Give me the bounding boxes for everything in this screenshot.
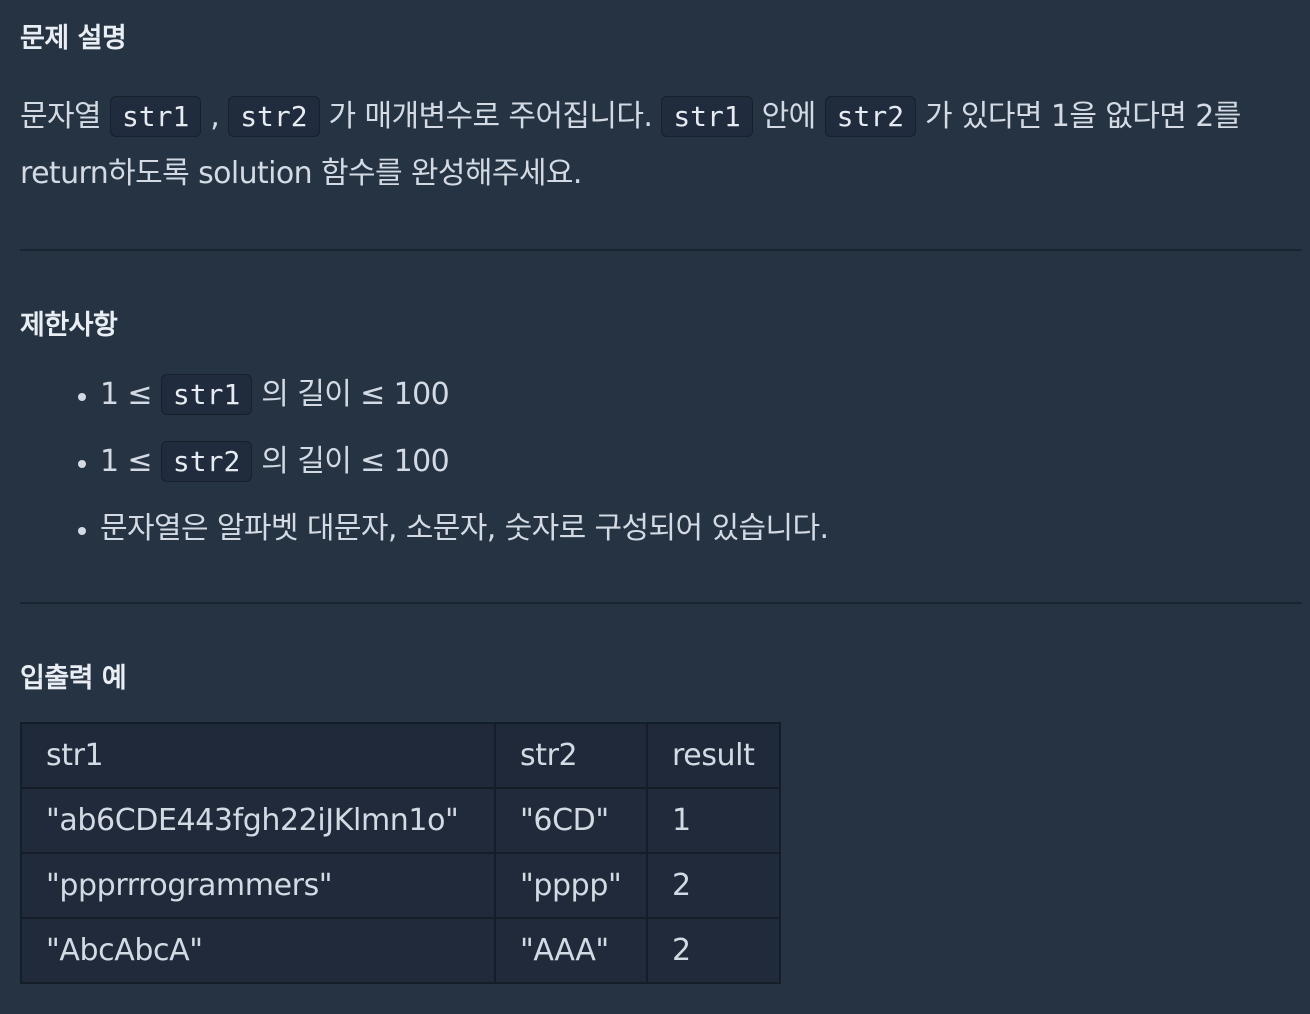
column-header-str1: str1 [20, 722, 496, 789]
constraint-post: 의 길이 ≤ 100 [252, 377, 450, 412]
section-divider [20, 249, 1302, 251]
desc-text-1: 문자열 [20, 99, 110, 134]
constraint-code-str2: str2 [160, 441, 253, 482]
section-title-examples: 입출력 예 [20, 663, 127, 694]
constraint-item-str1-length: 1 ≤ str1 의 길이 ≤ 100 [100, 368, 828, 435]
desc-text-3: 가 매개변수로 주어집니다. [319, 99, 662, 134]
column-header-result: result [646, 722, 781, 789]
cell-result: 1 [646, 787, 781, 854]
constraint-pre: 1 ≤ [100, 377, 161, 412]
problem-description: 문자열 str1 , str2 가 매개변수로 주어집니다. str1 안에 s… [20, 88, 1302, 202]
table-row: "ppprrrogrammers" "pppp" 2 [20, 852, 781, 919]
cell-str2: "6CD" [494, 787, 648, 854]
cell-str1: "ppprrrogrammers" [20, 852, 496, 919]
desc-code-str2: str2 [228, 96, 320, 137]
constraint-item-str2-length: 1 ≤ str2 의 길이 ≤ 100 [100, 435, 828, 502]
cell-str1: "ab6CDE443fgh22iJKlmn1o" [20, 787, 496, 854]
section-title-description: 문제 설명 [20, 23, 127, 54]
cell-str2: "AAA" [494, 917, 648, 984]
desc-text-4: 안에 [752, 99, 825, 134]
desc-code-str1-second: str1 [661, 96, 753, 137]
constraint-post: 의 길이 ≤ 100 [252, 444, 450, 479]
desc-text-2: , [201, 99, 229, 134]
constraint-pre: 1 ≤ [100, 444, 161, 479]
constraints-list: 1 ≤ str1 의 길이 ≤ 100 1 ≤ str2 의 길이 ≤ 100 … [20, 368, 829, 569]
section-title-constraints: 제한사항 [20, 310, 118, 341]
section-divider [20, 602, 1302, 604]
constraint-code-str1: str1 [160, 374, 253, 415]
cell-result: 2 [646, 852, 781, 919]
cell-str1: "AbcAbcA" [20, 917, 496, 984]
table-header-row: str1 str2 result [20, 722, 781, 789]
column-header-str2: str2 [494, 722, 648, 789]
constraint-text: 문자열은 알파벳 대문자, 소문자, 숫자로 구성되어 있습니다. [100, 511, 829, 546]
constraint-item-charset: 문자열은 알파벳 대문자, 소문자, 숫자로 구성되어 있습니다. [100, 502, 829, 569]
cell-str2: "pppp" [494, 852, 648, 919]
table-row: "ab6CDE443fgh22iJKlmn1o" "6CD" 1 [20, 787, 781, 854]
examples-table: str1 str2 result "ab6CDE443fgh22iJKlmn1o… [20, 722, 781, 984]
problem-page: 문제 설명 문자열 str1 , str2 가 매개변수로 주어집니다. str… [0, 0, 1310, 1014]
table-row: "AbcAbcA" "AAA" 2 [20, 917, 781, 984]
desc-code-str1: str1 [109, 96, 202, 137]
cell-result: 2 [646, 917, 781, 984]
desc-code-str2-second: str2 [824, 96, 917, 137]
